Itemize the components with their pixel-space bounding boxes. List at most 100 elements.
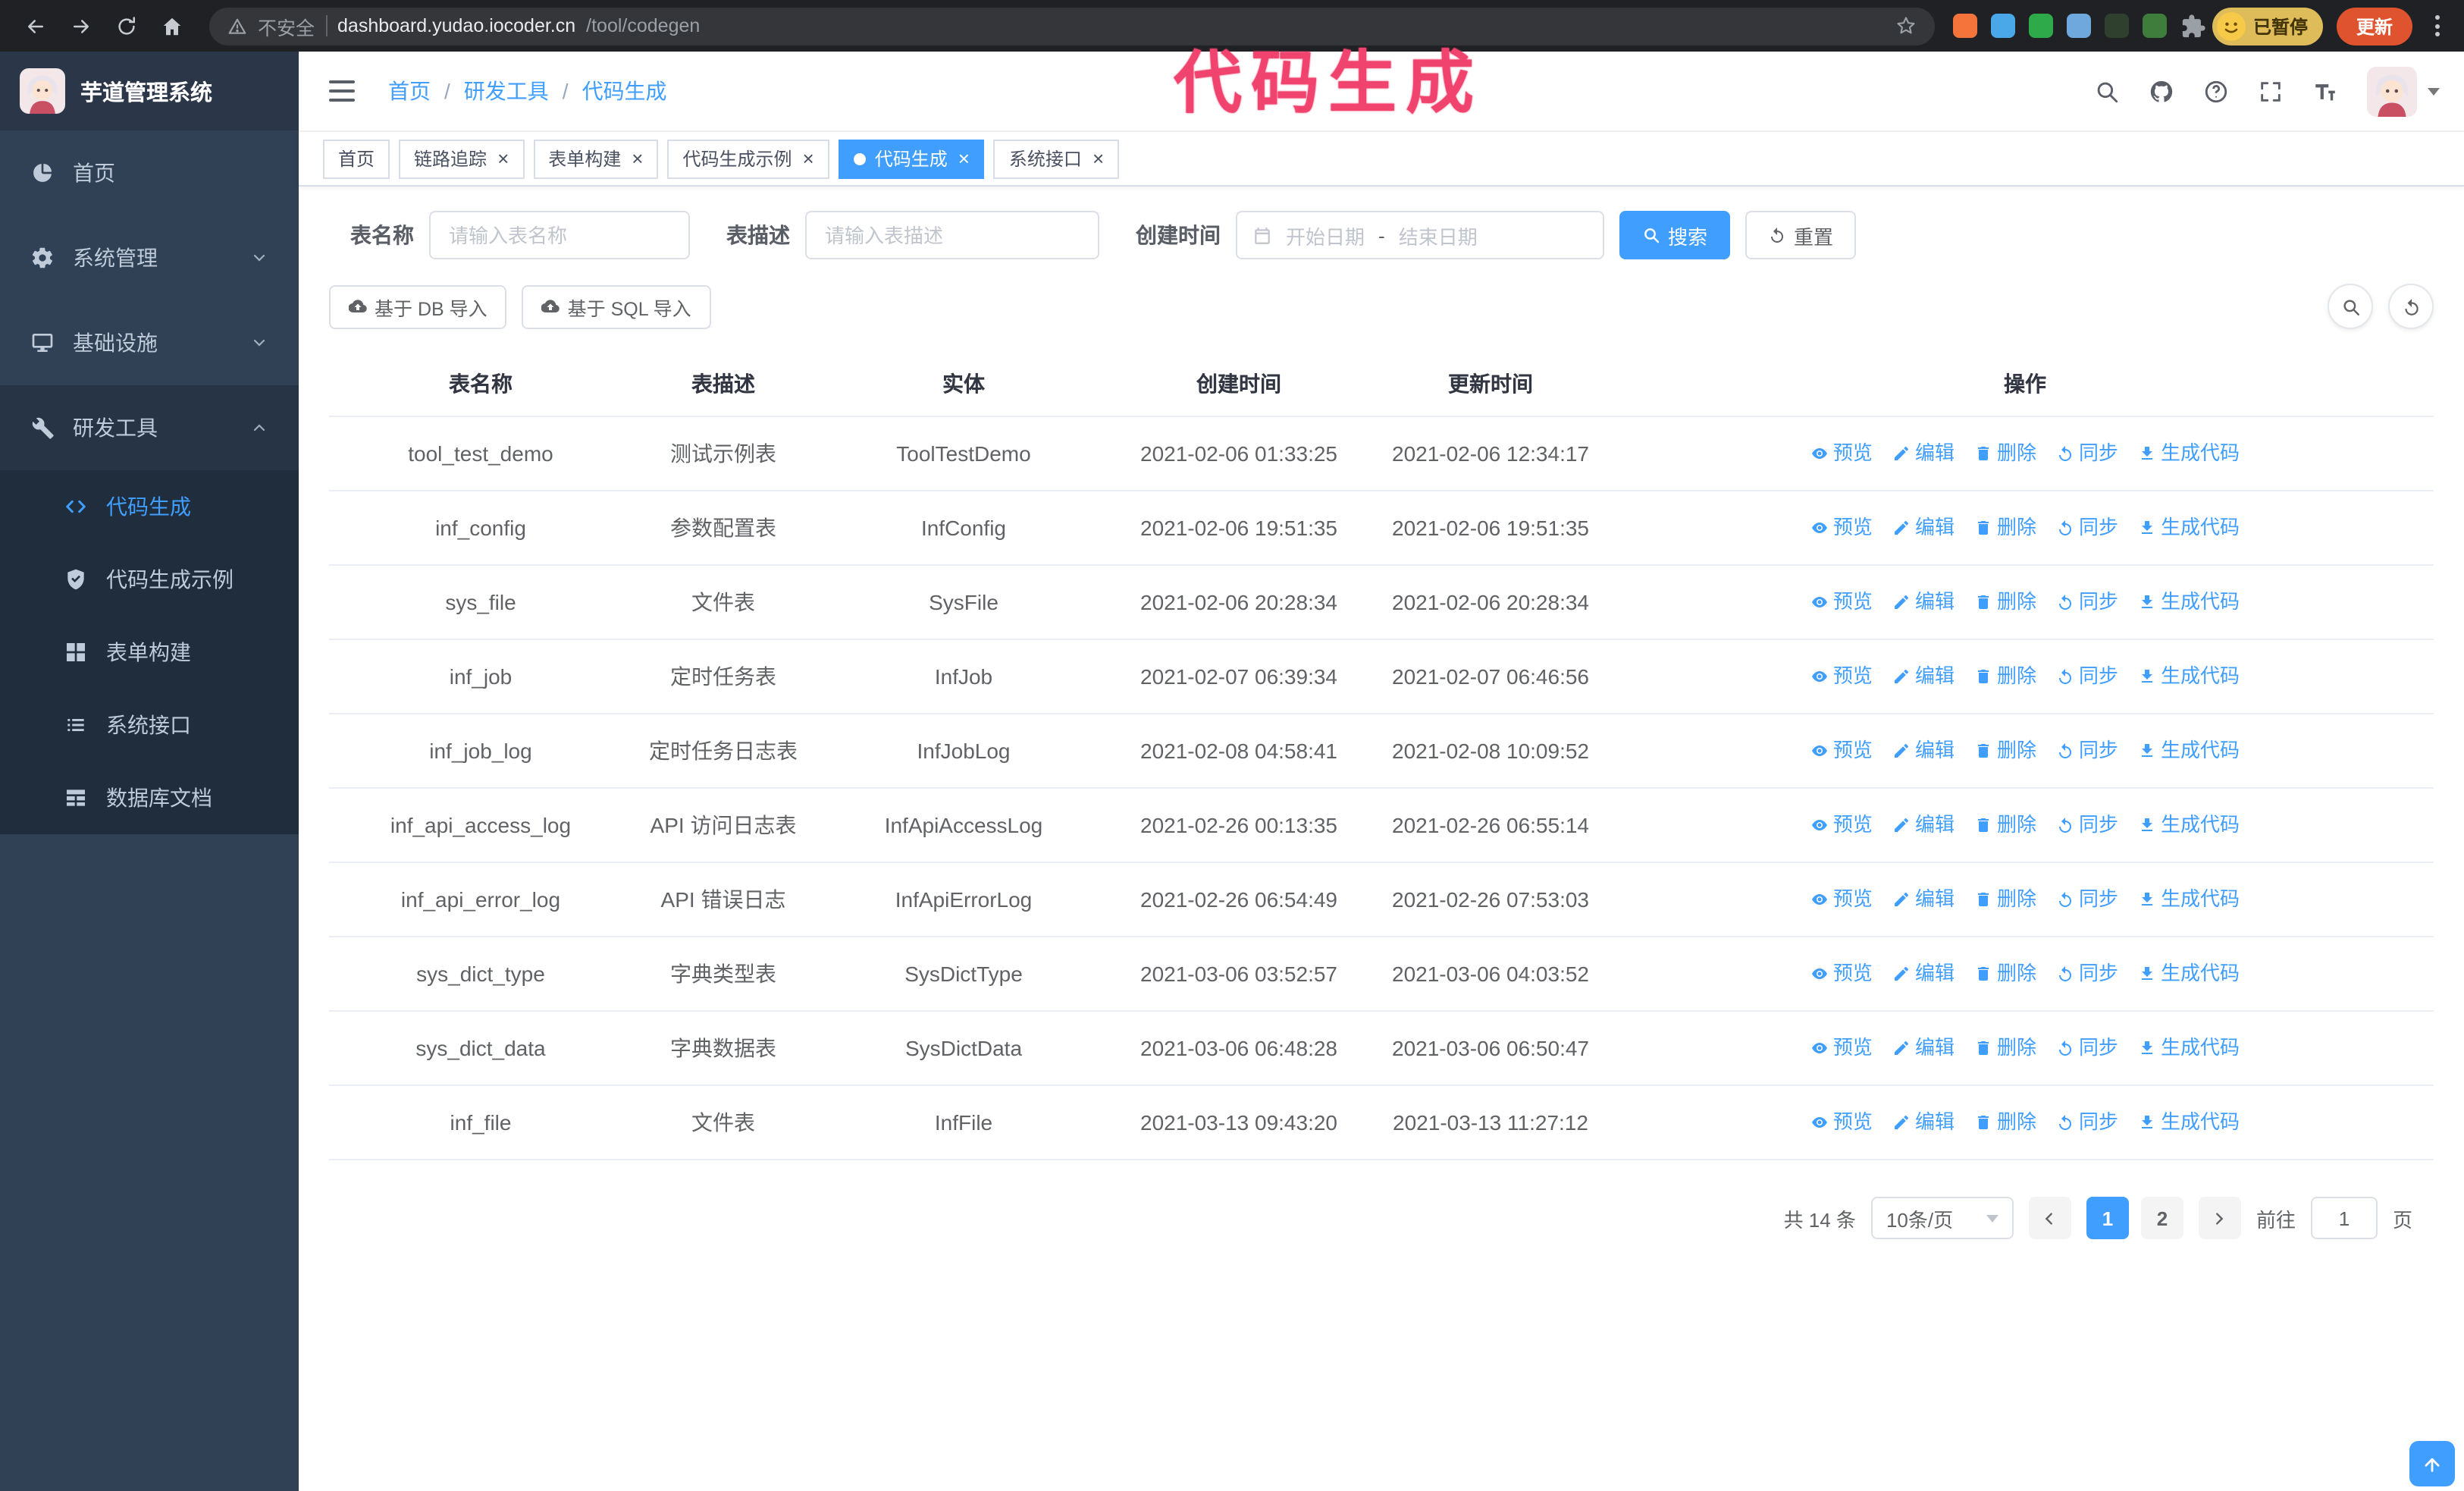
- generate-link[interactable]: 生成代码: [2138, 884, 2240, 915]
- preview-link[interactable]: 预览: [1810, 661, 1873, 692]
- search-icon[interactable]: [2094, 78, 2120, 104]
- generate-link[interactable]: 生成代码: [2138, 513, 2240, 543]
- sidebar-item-infra[interactable]: 基础设施: [0, 300, 299, 385]
- delete-link[interactable]: 删除: [1974, 736, 2036, 766]
- user-menu[interactable]: [2367, 66, 2440, 116]
- page-size-select[interactable]: 10条/页: [1870, 1197, 2014, 1239]
- delete-link[interactable]: 删除: [1974, 1033, 2036, 1063]
- browser-menu-icon[interactable]: [2426, 15, 2449, 36]
- tab-home[interactable]: 首页: [323, 139, 390, 178]
- bookmark-star-icon[interactable]: [1895, 15, 1917, 36]
- delete-link[interactable]: 删除: [1974, 810, 2036, 840]
- delete-link[interactable]: 删除: [1974, 1107, 2036, 1138]
- preview-link[interactable]: 预览: [1810, 959, 1873, 989]
- sidebar-item-system[interactable]: 系统管理: [0, 215, 299, 300]
- create-time-range-picker[interactable]: 开始日期 - 结束日期: [1236, 211, 1604, 259]
- refresh-table-button[interactable]: [2388, 284, 2434, 329]
- sync-link[interactable]: 同步: [2056, 810, 2118, 840]
- sync-link[interactable]: 同步: [2056, 513, 2118, 543]
- generate-link[interactable]: 生成代码: [2138, 736, 2240, 766]
- tab-system-api[interactable]: 系统接口 ×: [993, 139, 1120, 178]
- generate-link[interactable]: 生成代码: [2138, 661, 2240, 692]
- tab-codegen-example[interactable]: 代码生成示例 ×: [667, 139, 829, 178]
- browser-reload-button[interactable]: [106, 6, 146, 46]
- delete-link[interactable]: 删除: [1974, 513, 2036, 543]
- sync-link[interactable]: 同步: [2056, 1033, 2118, 1063]
- reset-button[interactable]: 重置: [1745, 211, 1857, 259]
- edit-link[interactable]: 编辑: [1892, 438, 1955, 469]
- green-circle-extension-icon[interactable]: [2028, 14, 2053, 38]
- preview-link[interactable]: 预览: [1810, 1107, 1873, 1138]
- dark-leaf-extension-icon[interactable]: [2104, 14, 2129, 38]
- delete-link[interactable]: 删除: [1974, 587, 2036, 617]
- breadcrumb-item[interactable]: 代码生成: [582, 76, 667, 106]
- sidebar-subitem-system-api[interactable]: 系统接口: [0, 689, 299, 761]
- sync-link[interactable]: 同步: [2056, 438, 2118, 469]
- import-from-db-button[interactable]: 基于 DB 导入: [329, 284, 507, 328]
- tab-codegen[interactable]: 代码生成 ×: [838, 139, 985, 178]
- generate-link[interactable]: 生成代码: [2138, 438, 2240, 469]
- sync-paused-badge[interactable]: 已暂停: [2212, 7, 2323, 45]
- browser-forward-button[interactable]: [61, 6, 100, 46]
- import-from-sql-button[interactable]: 基于 SQL 导入: [522, 284, 711, 328]
- sync-link[interactable]: 同步: [2056, 736, 2118, 766]
- tab-close-icon[interactable]: ×: [1092, 149, 1104, 168]
- edit-link[interactable]: 编辑: [1892, 959, 1955, 989]
- font-size-icon[interactable]: [2312, 78, 2338, 104]
- preview-link[interactable]: 预览: [1810, 438, 1873, 469]
- goto-page-input[interactable]: [2310, 1197, 2378, 1239]
- edit-link[interactable]: 编辑: [1892, 810, 1955, 840]
- sync-link[interactable]: 同步: [2056, 884, 2118, 915]
- browser-update-button[interactable]: 更新: [2336, 7, 2412, 45]
- not-secure-warning-icon[interactable]: [227, 16, 247, 36]
- edit-link[interactable]: 编辑: [1892, 661, 1955, 692]
- address-bar[interactable]: 不安全 dashboard.yudao.iocoder.cn/tool/code…: [209, 7, 1935, 45]
- github-icon[interactable]: [2149, 78, 2174, 104]
- preview-link[interactable]: 预览: [1810, 1033, 1873, 1063]
- sync-link[interactable]: 同步: [2056, 1107, 2118, 1138]
- sidebar-subitem-codegen-example[interactable]: 代码生成示例: [0, 543, 299, 616]
- help-icon[interactable]: [2203, 78, 2229, 104]
- orange-extension-icon[interactable]: [1952, 14, 1977, 38]
- edit-link[interactable]: 编辑: [1892, 1107, 1955, 1138]
- fullscreen-icon[interactable]: [2258, 78, 2284, 104]
- sidebar-logo[interactable]: 芋道管理系统: [0, 52, 299, 130]
- preview-link[interactable]: 预览: [1810, 587, 1873, 617]
- delete-link[interactable]: 删除: [1974, 661, 2036, 692]
- edit-link[interactable]: 编辑: [1892, 884, 1955, 915]
- sidebar-toggle-icon[interactable]: [323, 74, 361, 107]
- prev-page-button[interactable]: [2028, 1197, 2071, 1239]
- delete-link[interactable]: 删除: [1974, 884, 2036, 915]
- sync-link[interactable]: 同步: [2056, 959, 2118, 989]
- tab-close-icon[interactable]: ×: [803, 149, 814, 168]
- table-name-input[interactable]: [429, 211, 690, 259]
- tab-close-icon[interactable]: ×: [632, 149, 643, 168]
- generate-link[interactable]: 生成代码: [2138, 1107, 2240, 1138]
- tab-form-builder[interactable]: 表单构建 ×: [533, 139, 659, 178]
- table-desc-input[interactable]: [805, 211, 1099, 259]
- edit-link[interactable]: 编辑: [1892, 513, 1955, 543]
- sidebar-subitem-db-doc[interactable]: 数据库文档: [0, 761, 299, 834]
- browser-back-button[interactable]: [15, 6, 55, 46]
- delete-link[interactable]: 删除: [1974, 959, 2036, 989]
- page-button-2[interactable]: 2: [2140, 1197, 2183, 1239]
- edit-link[interactable]: 编辑: [1892, 587, 1955, 617]
- back-to-top-button[interactable]: [2409, 1441, 2455, 1486]
- page-button-1[interactable]: 1: [2086, 1197, 2129, 1239]
- next-page-button[interactable]: [2198, 1197, 2241, 1239]
- generate-link[interactable]: 生成代码: [2138, 810, 2240, 840]
- preview-link[interactable]: 预览: [1810, 884, 1873, 915]
- blue-droplet-extension-icon[interactable]: [1990, 14, 2015, 38]
- sidebar-subitem-codegen[interactable]: 代码生成: [0, 470, 299, 543]
- edit-link[interactable]: 编辑: [1892, 1033, 1955, 1063]
- delete-link[interactable]: 删除: [1974, 438, 2036, 469]
- people-extension-icon[interactable]: [2066, 14, 2091, 38]
- preview-link[interactable]: 预览: [1810, 513, 1873, 543]
- tab-close-icon[interactable]: ×: [497, 149, 509, 168]
- tab-tracer[interactable]: 链路追踪 ×: [399, 139, 525, 178]
- edit-link[interactable]: 编辑: [1892, 736, 1955, 766]
- breadcrumb-item[interactable]: 研发工具: [464, 76, 549, 106]
- generate-link[interactable]: 生成代码: [2138, 959, 2240, 989]
- preview-link[interactable]: 预览: [1810, 736, 1873, 766]
- breadcrumb-item[interactable]: 首页: [388, 76, 431, 106]
